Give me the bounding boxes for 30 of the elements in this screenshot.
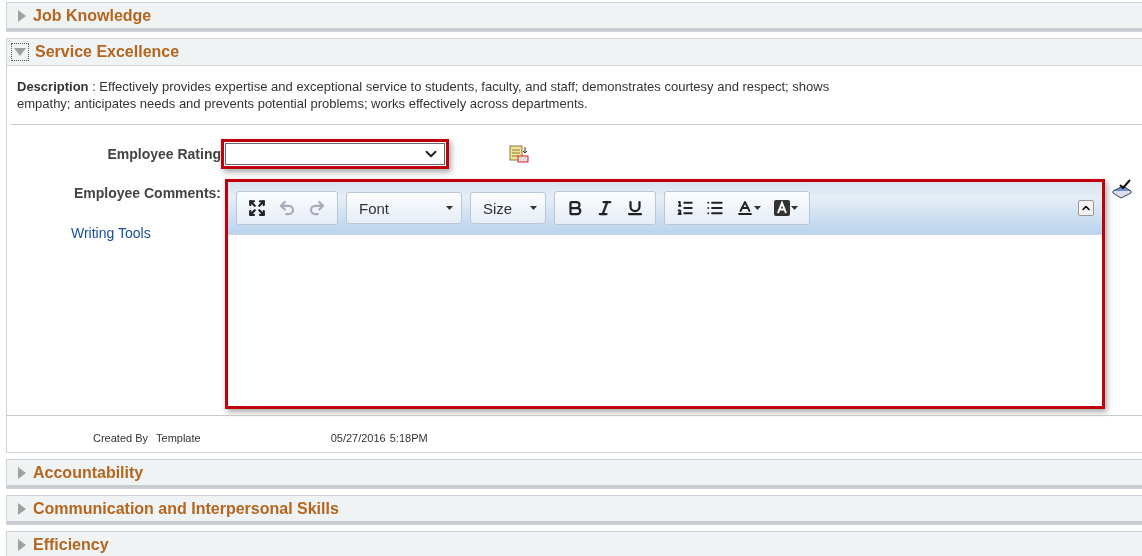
- spellcheck-icon[interactable]: [1111, 179, 1133, 199]
- section-title: Efficiency: [33, 535, 109, 554]
- caret-icon: [530, 206, 537, 210]
- size-dropdown[interactable]: Size: [470, 192, 546, 224]
- caret-icon: [446, 206, 453, 210]
- section-header[interactable]: Efficiency: [7, 532, 1142, 556]
- created-by-label: Created By: [93, 432, 149, 444]
- section-title: Service Excellence: [35, 43, 180, 61]
- caret-icon: [791, 206, 798, 210]
- section-header[interactable]: Service Excellence: [7, 39, 1142, 66]
- highlight-color-icon: [773, 199, 791, 217]
- writing-tools-link[interactable]: Writing Tools: [71, 225, 151, 241]
- rating-label: Employee Rating: [106, 146, 221, 162]
- description-text: Description : Effectively provides expertise and exceptional service to students, faculty, and staff; demonstrates courtesy and respect; shows empathy; anticipates needs and prevents potential problems; works effectively across departments.: [17, 78, 831, 112]
- created-time: 5:18PM: [389, 432, 428, 444]
- section-header[interactable]: Accountability: [7, 460, 1142, 488]
- font-dropdown[interactable]: Font: [346, 192, 462, 224]
- section-header[interactable]: Job Knowledge: [7, 3, 1142, 31]
- section-title: Communication and Interpersonal Skills: [33, 499, 339, 518]
- collapse-icon[interactable]: [11, 43, 29, 61]
- section-title: Job Knowledge: [33, 6, 152, 25]
- created-date: 05/27/2016: [330, 432, 386, 444]
- section-header[interactable]: Communication and Interpersonal Skills: [7, 496, 1142, 524]
- text-color-icon: [736, 199, 754, 217]
- caret-icon: [754, 206, 761, 210]
- collapse-toolbar-button[interactable]: [1078, 200, 1094, 216]
- section-title: Accountability: [33, 463, 144, 482]
- comments-label: Employee Comments:: [73, 185, 221, 201]
- created-by-value: Template: [156, 432, 201, 444]
- document-icon[interactable]: [509, 145, 529, 163]
